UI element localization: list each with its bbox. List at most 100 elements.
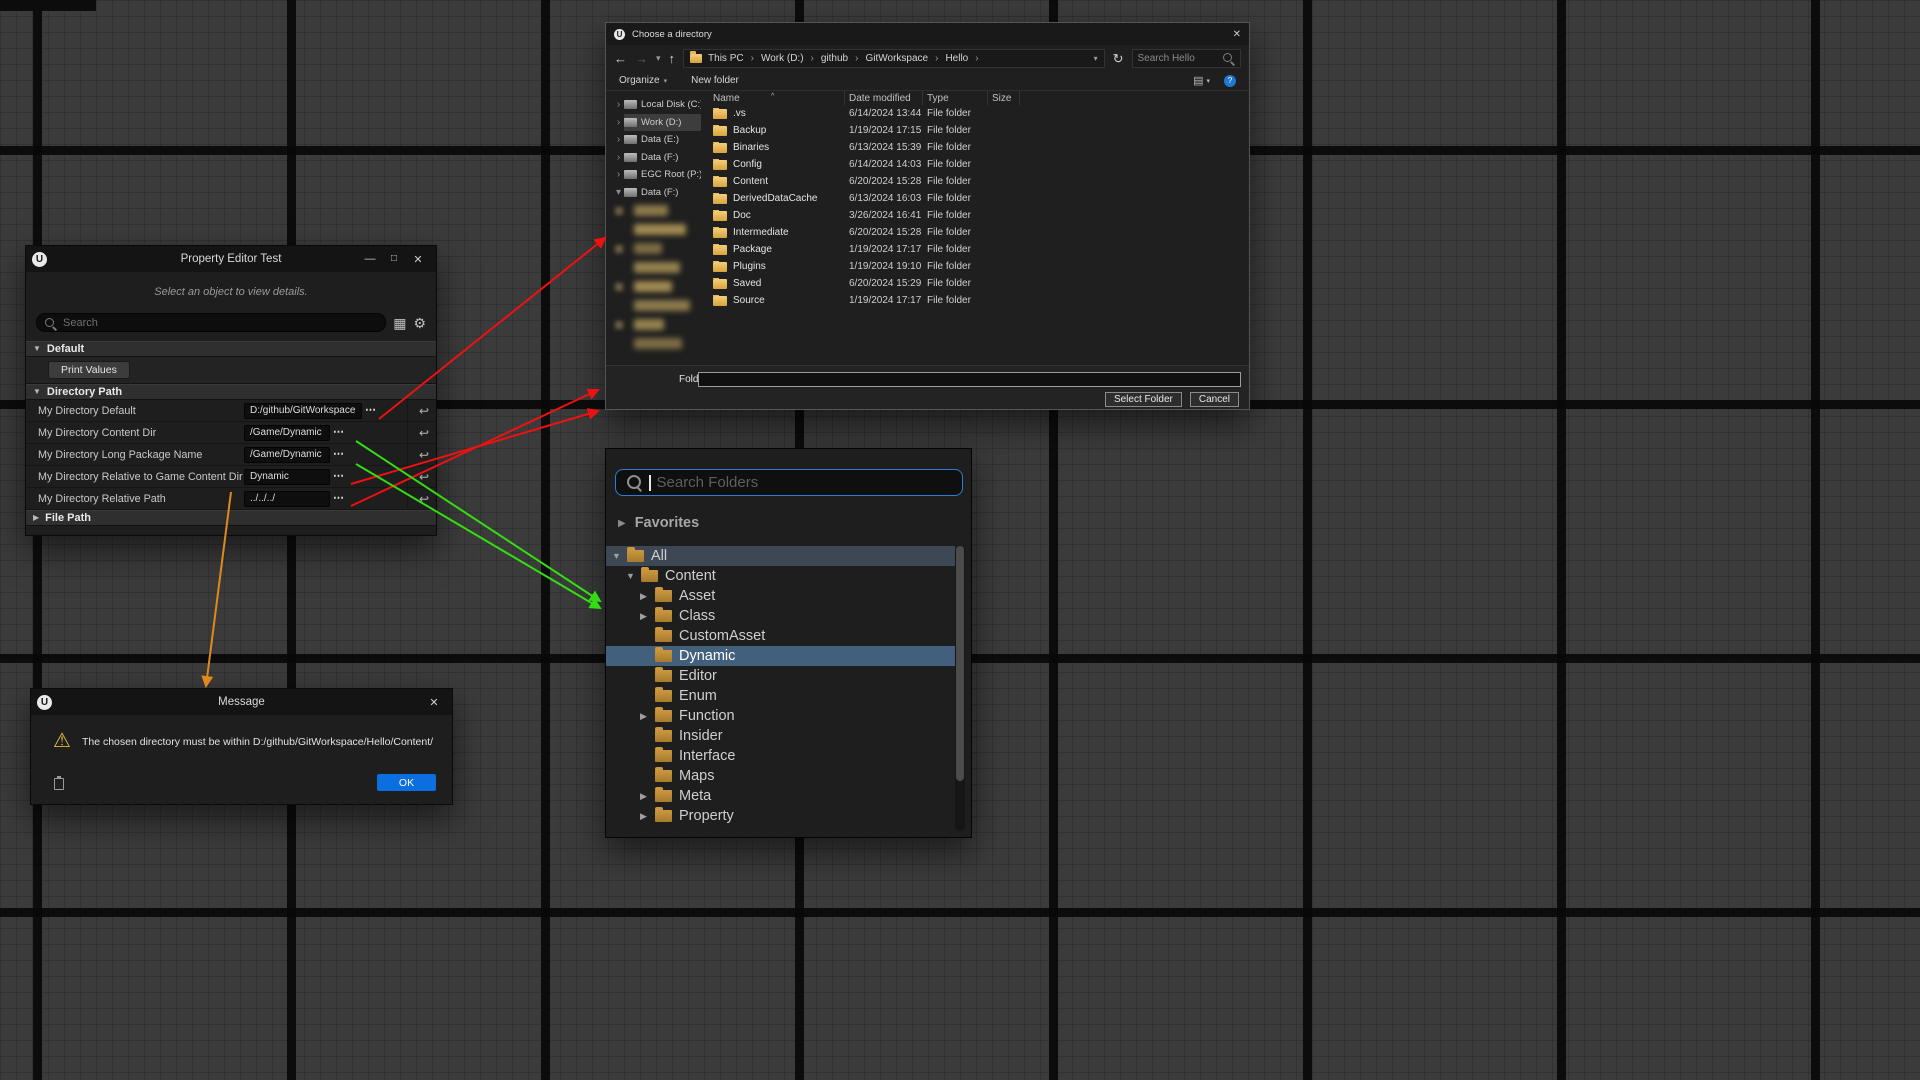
scrollbar-track[interactable] xyxy=(955,546,965,831)
file-list-row[interactable]: Doc 3/26/2024 16:41 File folder xyxy=(709,207,1249,224)
folder-tree-item[interactable]: Insider xyxy=(606,726,955,746)
file-list-row[interactable]: Source 1/19/2024 17:17 File folder xyxy=(709,292,1249,309)
collapse-arrow-icon[interactable]: ▼ xyxy=(33,388,41,396)
file-list-row[interactable]: .vs 6/14/2024 13:44 File folder xyxy=(709,105,1249,122)
category-file-path[interactable]: ▶ File Path xyxy=(26,510,436,526)
property-editor-titlebar[interactable]: U Property Editor Test — □ ✕ xyxy=(26,246,436,272)
organize-menu[interactable]: Organize ▾ xyxy=(619,75,667,86)
sidebar-drive-item[interactable]: Local Disk (C:) xyxy=(606,96,701,114)
close-button[interactable]: ✕ xyxy=(422,696,446,709)
category-directory-path[interactable]: ▼ Directory Path xyxy=(26,384,436,400)
expander-icon[interactable] xyxy=(613,134,624,145)
folder-name-input[interactable] xyxy=(698,372,1241,387)
folder-tree-item[interactable]: Maps xyxy=(606,766,955,786)
browse-ellipsis-button[interactable] xyxy=(333,427,344,438)
breadcrumb-item[interactable]: Work (D:) xyxy=(761,53,821,64)
maximize-button[interactable]: □ xyxy=(382,253,406,266)
view-options-icon[interactable]: ▦ xyxy=(393,316,406,330)
expander-icon[interactable] xyxy=(612,552,625,561)
history-dropdown-icon[interactable]: ▾ xyxy=(656,54,661,63)
address-bar[interactable]: This PC Work (D:) github GitWorkspace He… xyxy=(683,49,1105,68)
back-button[interactable]: ← xyxy=(614,52,627,65)
file-list-row[interactable]: Backup 1/19/2024 17:15 File folder xyxy=(709,122,1249,139)
expander-icon[interactable] xyxy=(613,99,624,110)
scrollbar-thumb[interactable] xyxy=(956,546,964,781)
breadcrumb-item[interactable]: github xyxy=(821,53,866,64)
print-values-button[interactable]: Print Values xyxy=(48,361,130,379)
new-folder-button[interactable]: New folder xyxy=(691,75,739,86)
column-header-name[interactable]: ^ Name xyxy=(709,91,845,105)
dialog-search-input[interactable]: Search Hello xyxy=(1132,49,1242,68)
ok-button[interactable]: OK xyxy=(377,774,436,791)
search-input[interactable]: Search xyxy=(36,313,386,332)
expander-icon[interactable] xyxy=(613,152,624,163)
browse-ellipsis-button[interactable] xyxy=(333,449,344,460)
up-button[interactable]: ↑ xyxy=(669,52,676,65)
expander-icon[interactable] xyxy=(640,712,653,721)
sidebar-drive-item[interactable]: Data (F:) xyxy=(606,149,701,167)
folder-tree-item[interactable]: Property xyxy=(606,806,955,826)
folder-search-input[interactable]: Search Folders xyxy=(615,469,963,496)
expander-icon[interactable] xyxy=(640,592,653,601)
reset-to-default-icon[interactable] xyxy=(419,470,429,484)
file-list-row[interactable]: Package 1/19/2024 17:17 File folder xyxy=(709,241,1249,258)
folder-tree-item[interactable]: Function xyxy=(606,706,955,726)
sidebar-drive-item[interactable]: EGC Root (P:) xyxy=(606,166,701,184)
redacted-folder-item[interactable] xyxy=(606,201,701,220)
message-titlebar[interactable]: U Message ✕ xyxy=(31,689,452,715)
folder-tree-item[interactable]: Asset xyxy=(606,586,955,606)
expander-icon[interactable] xyxy=(626,572,639,581)
select-folder-button[interactable]: Select Folder xyxy=(1105,392,1182,407)
expander-icon[interactable] xyxy=(613,169,624,180)
breadcrumb-item[interactable]: Hello xyxy=(945,53,985,64)
folder-tree-item[interactable]: Content xyxy=(606,566,955,586)
property-value-box[interactable]: /Game/Dynamic xyxy=(244,447,330,463)
file-list-row[interactable]: Plugins 1/19/2024 19:10 File folder xyxy=(709,258,1249,275)
redacted-folder-item[interactable] xyxy=(606,220,701,239)
view-mode-button[interactable]: ▤ ▾ xyxy=(1193,74,1210,87)
column-header-size[interactable]: Size xyxy=(988,91,1020,105)
expander-icon[interactable] xyxy=(640,812,653,821)
breadcrumb-item[interactable]: This PC xyxy=(708,53,761,64)
file-list-row[interactable]: Content 6/20/2024 15:28 File folder xyxy=(709,173,1249,190)
settings-gear-icon[interactable]: ⚙ xyxy=(413,316,426,330)
redacted-folder-item[interactable] xyxy=(606,334,701,353)
redacted-folder-item[interactable] xyxy=(606,315,701,334)
folder-tree-item[interactable]: CustomAsset xyxy=(606,626,955,646)
column-header-date-modified[interactable]: Date modified xyxy=(845,91,923,105)
help-icon[interactable]: ? xyxy=(1224,75,1236,87)
copy-message-icon[interactable] xyxy=(54,778,64,790)
close-button[interactable]: ✕ xyxy=(1219,29,1241,40)
column-header-type[interactable]: Type xyxy=(923,91,988,105)
folder-tree-item[interactable]: Class xyxy=(606,606,955,626)
category-default[interactable]: ▼ Default xyxy=(26,341,436,357)
file-list-row[interactable]: Binaries 6/13/2024 15:39 File folder xyxy=(709,139,1249,156)
folder-tree-item[interactable]: Editor xyxy=(606,666,955,686)
file-list-row[interactable]: DerivedDataCache 6/13/2024 16:03 File fo… xyxy=(709,190,1249,207)
expand-arrow-icon[interactable]: ▶ xyxy=(33,514,39,522)
address-dropdown-icon[interactable]: ▾ xyxy=(1094,54,1098,63)
breadcrumb-item[interactable]: GitWorkspace xyxy=(865,53,945,64)
browse-ellipsis-button[interactable] xyxy=(333,493,344,504)
redacted-folder-item[interactable] xyxy=(606,258,701,277)
file-list-row[interactable]: Config 6/14/2024 14:03 File folder xyxy=(709,156,1249,173)
sidebar-drive-item[interactable]: Work (D:) xyxy=(606,114,701,132)
redacted-folder-item[interactable] xyxy=(606,239,701,258)
dialog-titlebar[interactable]: U Choose a directory ✕ xyxy=(606,23,1249,45)
expander-icon[interactable] xyxy=(613,117,624,128)
expander-icon[interactable]: ▶ xyxy=(618,518,626,529)
cancel-button[interactable]: Cancel xyxy=(1190,392,1239,407)
refresh-button[interactable]: ↻ xyxy=(1113,52,1124,65)
folder-tree-item[interactable]: All xyxy=(606,546,955,566)
minimize-button[interactable]: — xyxy=(358,253,382,266)
expander-icon[interactable] xyxy=(613,187,624,198)
folder-tree-item[interactable]: Enum xyxy=(606,686,955,706)
sidebar-drive-item[interactable]: Data (E:) xyxy=(606,131,701,149)
file-list-row[interactable]: Saved 6/20/2024 15:29 File folder xyxy=(709,275,1249,292)
reset-to-default-icon[interactable] xyxy=(419,492,429,506)
property-value-box[interactable]: Dynamic xyxy=(244,469,330,485)
property-value-box[interactable]: ../../../ xyxy=(244,491,330,507)
reset-to-default-icon[interactable] xyxy=(419,404,429,418)
redacted-folder-item[interactable] xyxy=(606,296,701,315)
close-button[interactable]: ✕ xyxy=(406,253,430,266)
